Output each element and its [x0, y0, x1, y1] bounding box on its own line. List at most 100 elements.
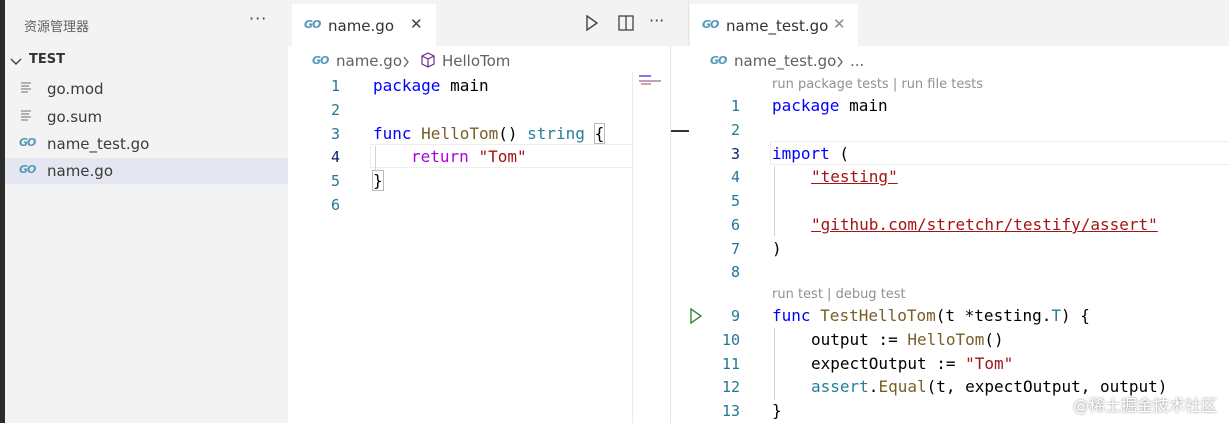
tab-label: name.go — [328, 17, 395, 35]
file-label: go.mod — [47, 80, 104, 98]
keyword: package — [373, 76, 441, 95]
string-literal: "testing" — [811, 167, 898, 186]
code-line[interactable]: } — [372, 169, 384, 193]
code-line[interactable]: expectOutput := "Tom" — [811, 352, 1013, 376]
keyword: return — [411, 147, 469, 166]
code-text: main — [839, 96, 888, 115]
code-line[interactable]: package main — [772, 94, 888, 118]
go-file-icon: GO — [19, 136, 36, 149]
minimap[interactable] — [632, 72, 671, 423]
keyword: package — [772, 96, 840, 115]
breadcrumb-file[interactable]: name.go — [336, 52, 402, 70]
more-actions-icon[interactable]: ··· — [249, 9, 267, 28]
code-text: expectOutput := — [811, 354, 966, 373]
code-text: () — [498, 124, 518, 143]
breadcrumb-more[interactable]: ... — [850, 52, 864, 70]
code-line[interactable]: return "Tom" — [411, 145, 527, 169]
line-number: 4 — [330, 148, 340, 166]
code-line[interactable]: package main — [373, 74, 489, 98]
function-name: HelloTom — [421, 124, 499, 143]
code-text: (t *testing. — [935, 306, 1052, 325]
line-number: 6 — [330, 196, 340, 214]
type-name: string — [527, 124, 585, 143]
keyword: func — [772, 306, 811, 325]
run-test-icon[interactable] — [689, 308, 703, 324]
close-icon[interactable]: ✕ — [410, 15, 423, 33]
function-name: HelloTom — [907, 330, 985, 349]
line-number: 8 — [730, 263, 740, 281]
line-number: 1 — [730, 97, 740, 115]
code-line[interactable]: ) — [772, 237, 782, 261]
line-number: 6 — [730, 216, 740, 234]
keyword: func — [373, 124, 412, 143]
indent-guide — [774, 328, 775, 400]
close-icon[interactable]: ✕ — [833, 15, 846, 33]
scrollbar[interactable] — [670, 46, 689, 423]
line-number: 3 — [730, 145, 740, 163]
string-literal: "Tom" — [965, 354, 1014, 373]
line-number: 7 — [730, 240, 740, 258]
line-number: 10 — [721, 331, 740, 349]
chevron-right-icon — [403, 56, 409, 68]
watermark: @稀土掘金技术社区 — [1072, 396, 1217, 415]
explorer-title: 资源管理器 — [24, 20, 90, 35]
function-name: TestHelloTom — [820, 306, 936, 325]
code-line[interactable]: } — [772, 399, 782, 423]
file-item-go-mod[interactable]: go.mod — [5, 76, 288, 102]
code-text: ) { — [1061, 306, 1090, 325]
tab-label: name_test.go — [726, 17, 829, 35]
file-item-name-test-go[interactable]: GO name_test.go — [5, 131, 288, 157]
code-line[interactable]: import ( — [772, 142, 849, 166]
line-number: 11 — [721, 355, 740, 373]
code-lens-package-tests[interactable]: run package tests | run file tests — [772, 77, 983, 92]
file-label: name_test.go — [47, 135, 150, 153]
code-text: output := — [811, 330, 908, 349]
code-line[interactable]: "github.com/stretchr/testify/assert" — [811, 213, 1158, 237]
code-line[interactable]: func TestHelloTom(t *testing.T) { — [772, 304, 1090, 328]
split-editor-icon[interactable] — [618, 15, 634, 31]
go-file-icon: GO — [19, 163, 36, 176]
string-literal: "Tom" — [478, 147, 527, 166]
code-text: main — [440, 76, 489, 95]
file-lines-icon — [21, 82, 31, 93]
tab-name-test-go[interactable]: GO name_test.go ✕ — [690, 4, 858, 46]
line-number: 2 — [730, 121, 740, 139]
code-text: } — [772, 401, 782, 420]
folder-name: TEST — [29, 52, 65, 67]
go-file-icon: GO — [702, 18, 719, 31]
line-number: 5 — [330, 172, 340, 190]
file-label: name.go — [47, 162, 114, 180]
file-label: go.sum — [47, 108, 103, 126]
code-line[interactable]: output := HelloTom() — [811, 328, 1004, 352]
cube-symbol-icon — [421, 52, 435, 68]
file-lines-icon — [21, 110, 31, 121]
indent-guide — [774, 166, 775, 236]
bracket-match: { — [593, 123, 606, 144]
breadcrumb-file[interactable]: name_test.go — [734, 52, 836, 70]
code-line[interactable]: func HelloTom() string { — [373, 122, 606, 146]
tab-name-go[interactable]: GO name.go ✕ — [292, 4, 436, 46]
code-text: () — [984, 330, 1004, 349]
code-text: . — [868, 377, 879, 396]
chevron-right-icon — [837, 56, 843, 68]
chevron-down-icon[interactable] — [10, 55, 22, 67]
file-item-name-go[interactable]: GO name.go — [5, 158, 288, 184]
code-line[interactable]: "testing" — [811, 165, 898, 189]
string-literal: "github.com/stretchr/testify/assert" — [811, 215, 1158, 234]
line-number: 12 — [721, 378, 740, 396]
function-name: Equal — [878, 377, 927, 396]
file-item-go-sum[interactable]: go.sum — [5, 104, 288, 130]
code-text: ) — [772, 239, 782, 258]
line-number: 4 — [730, 168, 740, 186]
code-text: ( — [829, 144, 850, 163]
breadcrumb-symbol[interactable]: HelloTom — [442, 52, 510, 70]
run-icon[interactable] — [585, 15, 599, 31]
line-number: 3 — [330, 125, 340, 143]
go-file-icon: GO — [304, 18, 321, 31]
line-number: 9 — [730, 307, 740, 325]
line-number: 5 — [730, 192, 740, 210]
code-lens-run-test[interactable]: run test | debug test — [772, 287, 906, 302]
more-actions-icon[interactable]: ··· — [649, 11, 664, 30]
bracket-match: } — [372, 170, 384, 191]
go-file-icon: GO — [312, 54, 329, 67]
